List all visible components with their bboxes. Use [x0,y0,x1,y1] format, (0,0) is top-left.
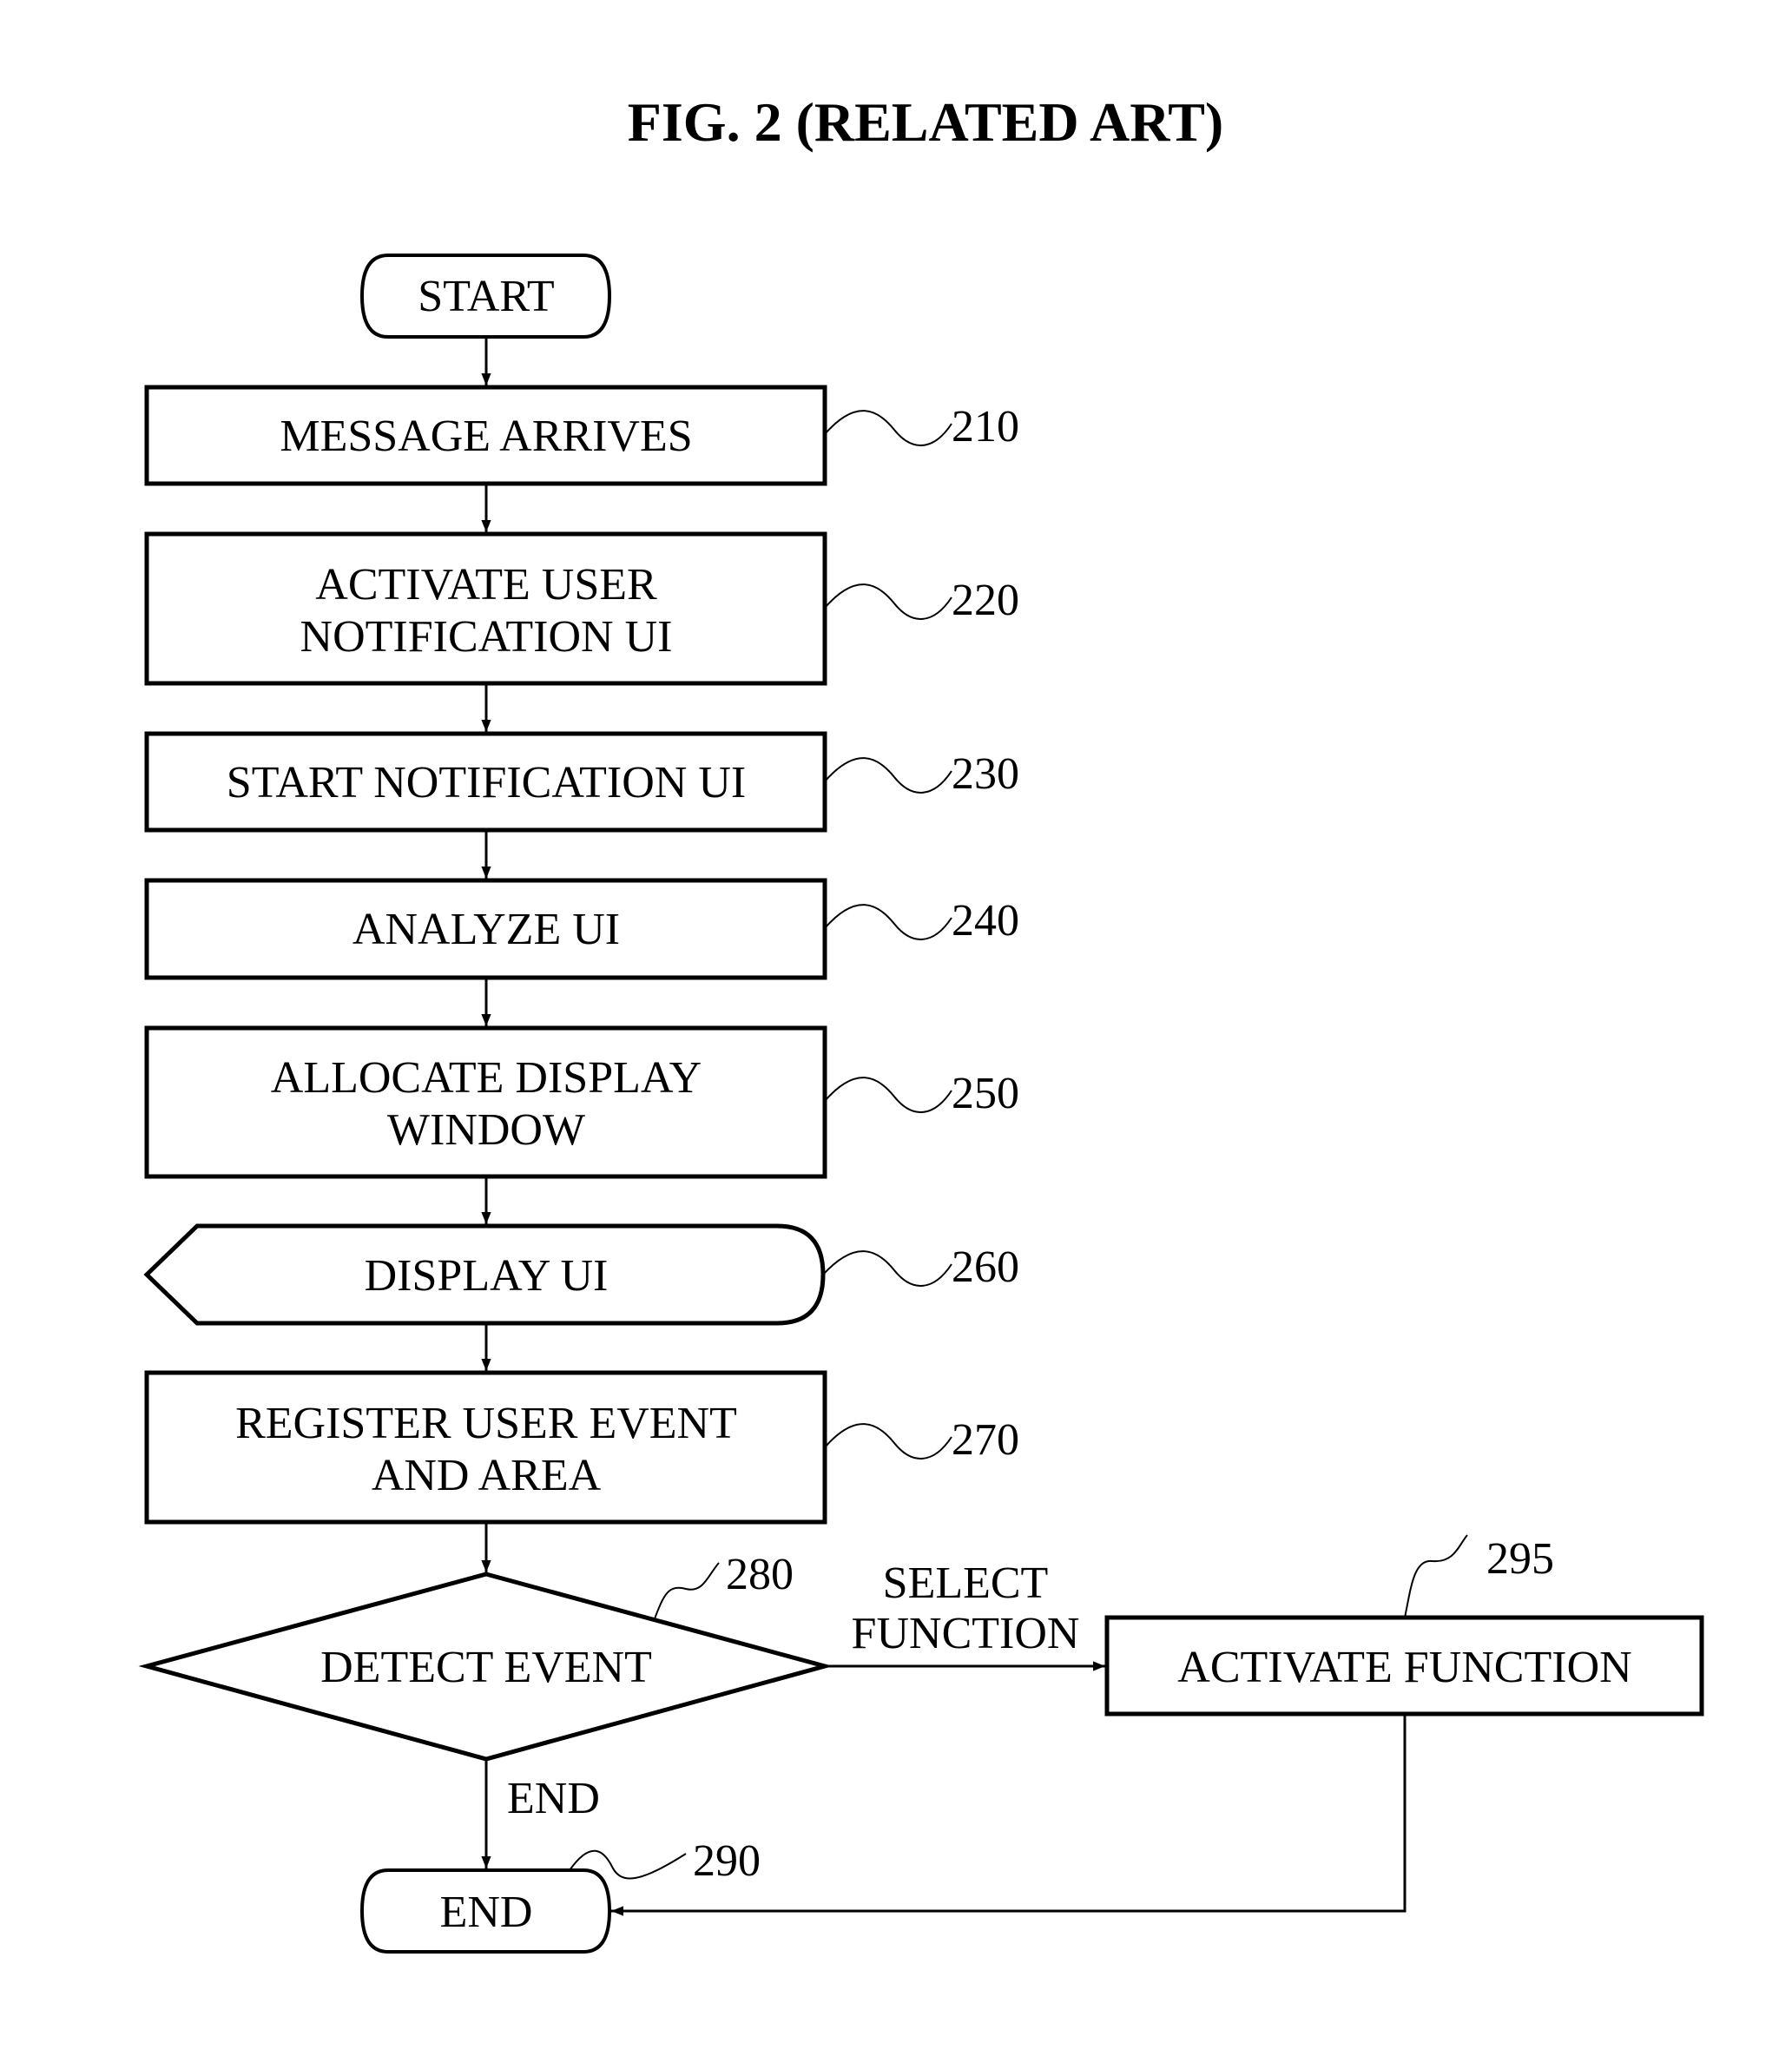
step-230-label: START NOTIFICATION UI [227,758,746,807]
step-270-box: REGISTER USER EVENT AND AREA [144,1370,827,1525]
step-295-box: ACTIVATE FUNCTION [1104,1615,1704,1717]
decision-280: DETECT EVENT [138,1572,833,1762]
edge-label-function: FUNCTION [852,1609,1080,1658]
ref-220: 220 [952,576,1019,625]
step-250-label-line1: ALLOCATE DISPLAY [271,1053,702,1103]
decision-280-label: DETECT EVENT [320,1643,652,1692]
step-270-label-line2: AND AREA [372,1451,602,1500]
figure-title: FIG. 2 (RELATED ART) [628,91,1223,153]
start-terminal: START [359,254,612,339]
ref-280: 280 [726,1550,794,1599]
ref-230: 230 [952,749,1019,799]
flowchart: FIG. 2 (RELATED ART) START MESSAGE ARRIV… [138,91,1704,1954]
edge-label-end: END [507,1774,600,1823]
ref-240: 240 [952,896,1019,946]
step-210-box: MESSAGE ARRIVES [144,385,827,486]
step-220-box: ACTIVATE USER NOTIFICATION UI [144,531,827,686]
step-250-label-line2: WINDOW [387,1105,585,1155]
step-250-box: ALLOCATE DISPLAY WINDOW [144,1025,827,1179]
ref-295: 295 [1486,1534,1554,1584]
step-270-label-line1: REGISTER USER EVENT [235,1399,737,1448]
step-295-label: ACTIVATE FUNCTION [1177,1643,1631,1692]
step-240-box: ANALYZE UI [144,878,827,980]
ref-250: 250 [952,1069,1019,1118]
ref-290: 290 [693,1836,761,1886]
ref-270: 270 [952,1415,1019,1465]
step-210-label: MESSAGE ARRIVES [280,412,692,461]
step-240-label: ANALYZE UI [352,905,620,954]
step-260-label: DISPLAY UI [365,1251,609,1301]
edge-label-select: SELECT [883,1558,1049,1608]
step-230-box: START NOTIFICATION UI [144,731,827,833]
ref-260: 260 [952,1242,1019,1292]
end-terminal: END [359,1868,612,1954]
ref-210: 210 [952,402,1019,451]
step-220-label-line2: NOTIFICATION UI [300,612,673,662]
end-label: END [440,1888,533,1937]
step-220-label-line1: ACTIVATE USER [315,560,657,610]
start-label: START [418,272,554,321]
step-260-display: DISPLAY UI [143,1223,826,1326]
